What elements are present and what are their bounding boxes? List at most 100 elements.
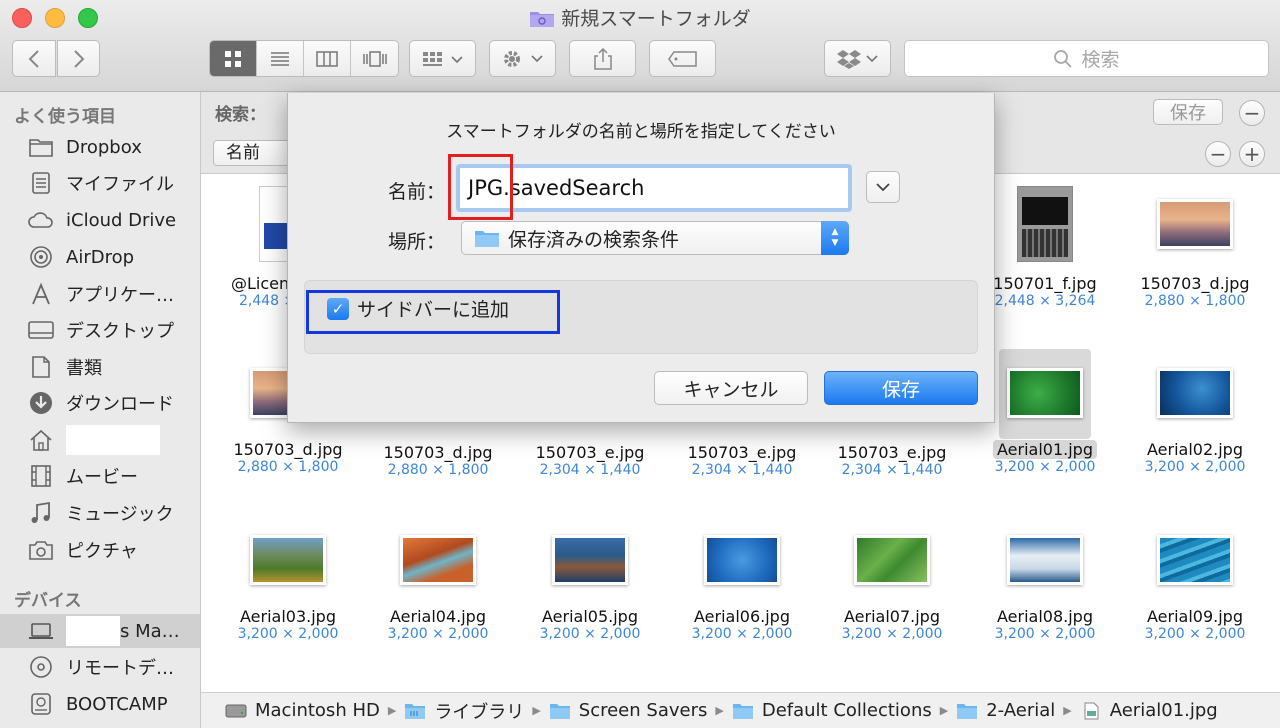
file-dimensions: 3,200 × 2,000 [1144, 459, 1246, 475]
dropbox-button[interactable] [824, 40, 891, 77]
file-thumbnail [1157, 535, 1233, 585]
remove-criterion-button[interactable]: − [1205, 141, 1231, 167]
path-item-library[interactable]: ライブラリ [404, 698, 524, 724]
name-input[interactable]: JPG.savedSearch [456, 164, 852, 212]
arrange-icon [422, 51, 463, 66]
sidebar-item-movies[interactable]: ムービー [0, 459, 200, 493]
file-item[interactable]: Aerial09.jpg 3,200 × 2,000 [1120, 535, 1270, 642]
file-item[interactable]: Aerial07.jpg 3,200 × 2,000 [817, 535, 967, 642]
sidebar-item-downloads[interactable]: ダウンロード [0, 386, 200, 420]
icon-view-button[interactable] [210, 41, 257, 76]
sidebar-item-desktop[interactable]: デスクトップ [0, 313, 200, 347]
action-button[interactable] [489, 40, 556, 77]
file-item[interactable]: Aerial08.jpg 3,200 × 2,000 [970, 535, 1120, 642]
file-thumbnail [1157, 199, 1233, 249]
file-name: 150703_d.jpg [233, 440, 343, 459]
path-item-screen-savers[interactable]: Screen Savers [549, 700, 708, 721]
sidebar-item-bootcamp[interactable]: BOOTCAMP [0, 687, 200, 721]
file-thumbnail [250, 535, 326, 585]
path-separator-icon: ▶ [939, 704, 949, 717]
file-thumbnail [552, 535, 628, 585]
sidebar-item-remote-disc[interactable]: リモートデ… [0, 650, 200, 684]
path-item-2-aerial[interactable]: 2-Aerial [956, 700, 1055, 721]
save-search-button[interactable]: 保存 [1153, 99, 1223, 125]
search-field[interactable]: 検索 [904, 40, 1269, 77]
share-button[interactable] [569, 40, 636, 77]
chevron-left-icon [28, 49, 39, 68]
save-button[interactable]: 保存 [824, 371, 978, 405]
forward-button[interactable] [57, 40, 100, 77]
search-label: 検索： [215, 105, 266, 125]
sidebar-item-music[interactable]: ミュージック [0, 496, 200, 530]
sidebar-item-label: iCloud Drive [66, 209, 177, 231]
edit-tags-button[interactable] [649, 40, 716, 77]
arrange-button[interactable] [409, 40, 476, 77]
cloud-icon [28, 207, 54, 233]
path-item-label: Macintosh HD [255, 700, 380, 721]
redacted-device-name [66, 616, 120, 646]
file-item[interactable]: Aerial06.jpg 3,200 × 2,000 [667, 535, 817, 642]
file-item[interactable]: Aerial04.jpg 3,200 × 2,000 [363, 535, 513, 642]
window-title: 新規スマートフォルダ [0, 4, 1280, 31]
file-dimensions: 3,200 × 2,000 [841, 626, 943, 642]
disc-icon [28, 654, 54, 680]
sidebar-item-documents[interactable]: 書類 [0, 350, 200, 384]
file-item[interactable]: Aerial03.jpg 3,200 × 2,000 [213, 535, 363, 642]
sidebar-item-label: AirDrop [66, 246, 135, 268]
file-item[interactable]: Aerial02.jpg 3,200 × 2,000 [1120, 368, 1270, 475]
folder-icon [957, 703, 978, 719]
back-button[interactable] [12, 40, 56, 77]
sidebar-item-icloud-drive[interactable]: iCloud Drive [0, 203, 200, 237]
camera-icon [28, 537, 54, 563]
file-item[interactable]: 150703_d.jpg 2,880 × 1,800 [1120, 199, 1270, 309]
window-title-text: 新規スマートフォルダ [561, 8, 751, 30]
expand-dialog-button[interactable] [866, 171, 900, 203]
file-dimensions: 2,304 × 1,440 [539, 462, 641, 478]
sidebar-item-home[interactable] [0, 423, 200, 457]
sidebar-item-label: ピクチャ [66, 541, 138, 562]
chevron-down-icon [876, 183, 890, 192]
cancel-button[interactable]: キャンセル [654, 371, 808, 405]
columns-icon [316, 50, 338, 67]
path-item-label: Aerial01.jpg [1109, 700, 1218, 721]
file-item[interactable]: @Licen 2,448 × [194, 186, 299, 309]
all-files-icon [28, 170, 54, 196]
home-icon [28, 427, 54, 453]
sidebar-item-label: ダウンロード [66, 394, 174, 415]
file-thumbnail [854, 535, 930, 585]
hard-disk-icon [225, 704, 247, 717]
path-item-macintosh-hd[interactable]: Macintosh HD [225, 700, 380, 721]
sidebar-item-my-files[interactable]: マイファイル [0, 166, 200, 200]
file-dimensions: 2,448 × [239, 293, 296, 309]
list-view-button[interactable] [257, 41, 304, 76]
path-item-label: Screen Savers [578, 700, 708, 721]
sidebar-item-pictures[interactable]: ピクチャ [0, 533, 200, 567]
file-dimensions: 3,200 × 2,000 [691, 626, 793, 642]
sidebar-item-airdrop[interactable]: AirDrop [0, 240, 200, 274]
file-dimensions: 3,200 × 2,000 [539, 626, 641, 642]
add-criterion-button[interactable]: + [1239, 141, 1265, 167]
path-item-default-collections[interactable]: Default Collections [732, 700, 932, 721]
sidebar-item-applications[interactable]: アプリケー… [0, 277, 200, 311]
file-thumbnail [1157, 368, 1233, 418]
file-dimensions: 3,200 × 2,000 [237, 626, 339, 642]
desktop-icon [28, 317, 54, 343]
folder-icon [549, 703, 570, 719]
sidebar-item-dropbox[interactable]: Dropbox [0, 130, 200, 164]
chevron-right-icon [73, 49, 84, 68]
save-smart-folder-sheet: スマートフォルダの名前と場所を指定してください 名前： JPG.savedSea… [287, 93, 995, 423]
path-item-aerial01[interactable]: Aerial01.jpg [1080, 700, 1218, 721]
path-bar: Macintosh HD ▶ ライブラリ ▶ Screen Savers ▶ D… [201, 692, 1280, 728]
sidebar-item-macbook[interactable]: s Ma… [0, 614, 200, 648]
location-popup[interactable]: 保存済みの検索条件 ▲ ▼ [461, 221, 849, 255]
file-item[interactable]: Aerial05.jpg 3,200 × 2,000 [515, 535, 665, 642]
music-icon [28, 500, 54, 526]
column-view-button[interactable] [304, 41, 351, 76]
folder-icon [475, 231, 499, 247]
sidebar-item-label: アプリケー… [66, 285, 174, 306]
search-placeholder: 検索 [1081, 49, 1120, 71]
sidebar: よく使う項目 Dropbox マイファイル iCloud Drive AirDr… [0, 92, 201, 728]
file-thumbnail [1007, 368, 1083, 418]
coverflow-view-button[interactable] [351, 41, 398, 76]
remove-search-button[interactable]: − [1239, 100, 1265, 126]
